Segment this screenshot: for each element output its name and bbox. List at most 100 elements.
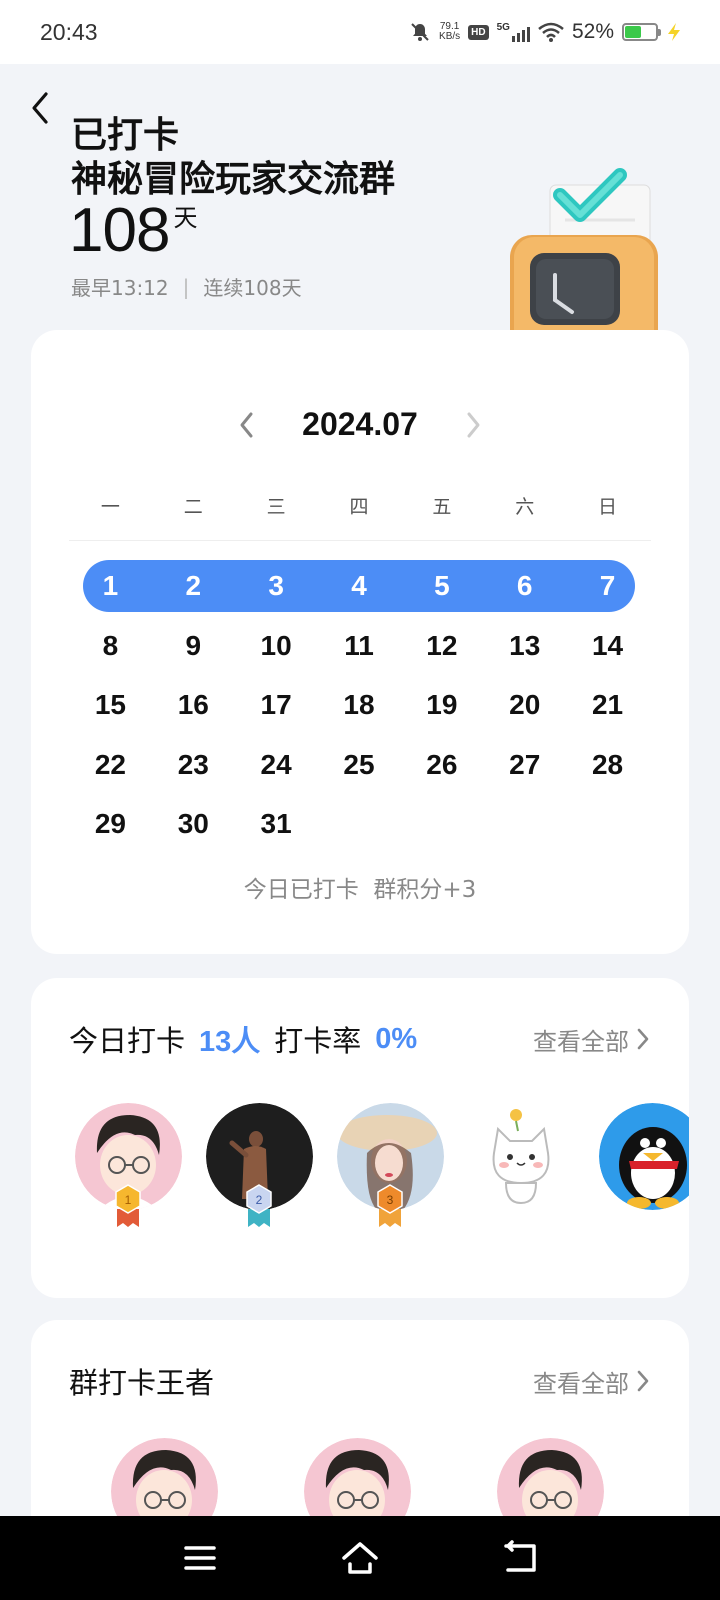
calendar-day[interactable]: 27 (483, 739, 566, 799)
signal-icon: 5G (497, 22, 530, 42)
calendar-day-checked[interactable]: 2 (152, 560, 235, 620)
weekday-header: 一二三四五六日 (69, 492, 649, 519)
calendar-days: 1 2 3 4 5 6 7 8 9 10 11 12 13 14 15 16 17 18 19 20 21 22 23 24 2… (69, 560, 649, 858)
view-all-label: 查看全部 (533, 1369, 629, 1398)
net-speed-unit: KB/s (439, 31, 461, 42)
calendar-day[interactable]: 11 (318, 620, 401, 680)
calendar-day-checked[interactable]: 6 (483, 560, 566, 620)
calendar-day[interactable]: 15 (69, 679, 152, 739)
checkin-stats: 最早13:12 | 连续108天 (71, 272, 302, 301)
penguin-avatar-icon (599, 1103, 689, 1210)
calendar-day[interactable]: 24 (235, 739, 318, 799)
cat-sticker-avatar-icon (468, 1103, 575, 1210)
back-nav-icon[interactable] (500, 1538, 540, 1578)
net-speed: 79.1 KB/s (439, 22, 460, 42)
today-checkin-label: 今日打卡 (69, 1024, 186, 1058)
checkin-rate-value: 0% (375, 1022, 418, 1055)
calendar-day[interactable]: 25 (318, 739, 401, 799)
weekday-label: 一 (100, 496, 120, 518)
member-avatar[interactable] (599, 1103, 689, 1233)
rank-medal-3-icon: 3 (377, 1184, 403, 1227)
mute-bell-icon (411, 23, 429, 41)
calendar-day[interactable]: 26 (400, 739, 483, 799)
today-checkin-card: 今日打卡 13人 打卡率 0% 查看全部 1 2 3 (31, 978, 689, 1298)
medal-rank-number: 3 (387, 1193, 394, 1207)
medal-rank-number: 1 (125, 1193, 132, 1207)
month-label: 2024.07 (302, 406, 418, 442)
status-bar: 20:43 79.1 KB/s HD 5G 52% (0, 0, 720, 64)
streak-unit: 天 (173, 204, 198, 232)
member-avatar[interactable] (468, 1103, 575, 1233)
weekday-label: 二 (183, 496, 203, 518)
calendar-day[interactable]: 28 (566, 739, 649, 799)
today-checkin-avatars: 1 2 3 (75, 1103, 689, 1233)
chevron-right-icon (637, 1028, 649, 1050)
checkin-rate-label: 打卡率 (274, 1024, 362, 1058)
calendar-day-checked[interactable]: 7 (566, 560, 649, 620)
rank-medal-1-icon: 1 (115, 1184, 141, 1227)
calendar-day-checked[interactable]: 3 (235, 560, 318, 620)
wifi-icon (538, 22, 564, 42)
member-avatar[interactable]: 2 (206, 1103, 313, 1233)
calendar-day[interactable]: 29 (69, 798, 152, 858)
today-checkin-note: 今日已打卡 群积分+3 (243, 877, 477, 903)
calendar-day-checked[interactable]: 1 (69, 560, 152, 620)
calendar-day[interactable]: 12 (400, 620, 483, 680)
status-icons: 79.1 KB/s HD 5G 52% (409, 20, 682, 44)
member-avatar[interactable]: 3 (337, 1103, 444, 1233)
king-view-all-button[interactable]: 查看全部 (533, 1364, 651, 1399)
today-checkin-header: 今日打卡 13人 打卡率 0% 查看全部 (69, 1018, 651, 1060)
calendar-day[interactable]: 8 (69, 620, 152, 680)
system-nav-bar (0, 1516, 720, 1600)
home-icon[interactable] (340, 1538, 380, 1578)
calendar-day[interactable]: 13 (483, 620, 566, 680)
stats-separator: | (182, 274, 190, 299)
view-all-label: 查看全部 (533, 1027, 629, 1056)
status-time: 20:43 (40, 18, 98, 45)
calendar-card: 2024.07 一二三四五六日 1 2 3 4 5 6 7 8 9 10 11 12 13 14 15 16 1… (31, 330, 689, 954)
calendar-day[interactable]: 31 (235, 798, 318, 858)
calendar-day[interactable]: 18 (318, 679, 401, 739)
charging-bolt-icon (668, 23, 680, 41)
medal-rank-number: 2 (256, 1193, 263, 1207)
calendar-day-checked[interactable]: 5 (400, 560, 483, 620)
weekday-label: 四 (349, 496, 369, 518)
battery-icon (622, 23, 661, 41)
calendar-day-checked[interactable]: 4 (318, 560, 401, 620)
calendar-day[interactable]: 16 (152, 679, 235, 739)
battery-fill (625, 26, 641, 38)
network-label: 5G (496, 22, 510, 33)
calendar-day[interactable]: 21 (566, 679, 649, 739)
calendar-day[interactable]: 23 (152, 739, 235, 799)
streak-days: 108 (69, 196, 170, 265)
chevron-right-icon (637, 1370, 649, 1392)
prev-month-icon[interactable] (236, 410, 258, 440)
calendar-day[interactable]: 9 (152, 620, 235, 680)
weekday-label: 五 (432, 496, 452, 518)
calendar-day[interactable]: 17 (235, 679, 318, 739)
calendar-day[interactable]: 30 (152, 798, 235, 858)
rank-medal-2-icon: 2 (246, 1184, 272, 1227)
next-month-icon[interactable] (462, 410, 484, 440)
member-avatar[interactable]: 1 (75, 1103, 182, 1233)
back-arrow-icon[interactable] (22, 88, 62, 128)
battery-text: 52% (571, 20, 614, 43)
king-header: 群打卡王者 查看全部 (69, 1360, 651, 1402)
weekday-label: 三 (266, 496, 286, 518)
king-title: 群打卡王者 (69, 1366, 215, 1400)
group-name: 神秘冒险玩家交流群 (71, 159, 396, 200)
calendar-day[interactable]: 22 (69, 739, 152, 799)
calendar-day[interactable]: 14 (566, 620, 649, 680)
streak-counter: 108 天 (69, 196, 197, 266)
calendar-day[interactable]: 10 (235, 620, 318, 680)
weekday-label: 日 (598, 496, 618, 518)
calendar-day[interactable]: 19 (400, 679, 483, 739)
calendar-day[interactable]: 20 (483, 679, 566, 739)
menu-icon[interactable] (180, 1538, 220, 1578)
hd-icon: HD (468, 24, 489, 40)
weekday-label: 六 (515, 496, 535, 518)
today-view-all-button[interactable]: 查看全部 (533, 1022, 651, 1057)
calendar-divider (69, 540, 651, 541)
earliest-time: 最早13:12 (71, 276, 169, 300)
continuous-days: 连续108天 (203, 276, 302, 300)
